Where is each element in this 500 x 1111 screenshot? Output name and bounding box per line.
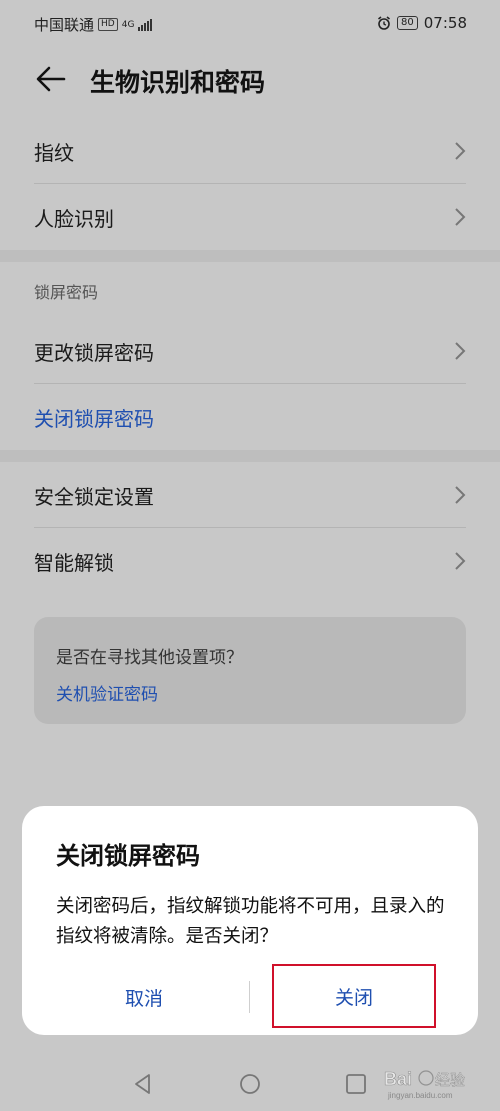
chevron-right-icon bbox=[455, 142, 466, 160]
alarm-icon bbox=[378, 16, 391, 30]
suggestion-question: 是否在寻找其他设置项？ bbox=[56, 648, 243, 668]
page-title: 生物识别和密码 bbox=[90, 68, 266, 97]
baidu-jingyan-watermark: Bai 经验 jingyan.baidu.com bbox=[384, 1069, 466, 1100]
dialog-message: 关闭密码后，指纹解锁功能将不可用，且录入的指纹将被清除。是否关闭？ bbox=[56, 896, 445, 947]
menu-item-label: 智能解锁 bbox=[34, 550, 114, 575]
nav-home-icon[interactable] bbox=[239, 1073, 261, 1095]
menu-item-label: 更改锁屏密码 bbox=[34, 340, 154, 365]
menu-item-disable-lock-password[interactable]: 关闭锁屏密码 bbox=[34, 384, 466, 450]
status-bar-left: 中国联通 HD 4G bbox=[34, 14, 153, 35]
signal-icon bbox=[138, 18, 153, 31]
menu-item-change-lock-password[interactable]: 更改锁屏密码 bbox=[34, 318, 466, 384]
section-header-lock-screen: 锁屏密码 bbox=[34, 283, 99, 302]
menu-item-label: 安全锁定设置 bbox=[34, 484, 154, 509]
button-separator bbox=[249, 981, 250, 1013]
menu-item-fingerprint[interactable]: 指纹 bbox=[34, 118, 466, 184]
chevron-right-icon bbox=[455, 208, 466, 226]
suggestion-card: 是否在寻找其他设置项？ 关机验证密码 bbox=[34, 617, 466, 724]
battery-icon: 80 bbox=[397, 16, 418, 30]
menu-item-smart-unlock[interactable]: 智能解锁 bbox=[34, 528, 466, 594]
menu-item-label: 指纹 bbox=[34, 140, 74, 165]
chevron-right-icon bbox=[455, 552, 466, 570]
menu-item-security-lock-settings[interactable]: 安全锁定设置 bbox=[34, 462, 466, 528]
svg-text:Bai: Bai bbox=[384, 1069, 412, 1089]
section-gap bbox=[0, 250, 500, 262]
menu-item-face-recognition[interactable]: 人脸识别 bbox=[34, 184, 466, 250]
svg-text:jingyan.baidu.com: jingyan.baidu.com bbox=[387, 1091, 453, 1100]
section-gap bbox=[0, 450, 500, 462]
back-arrow-icon[interactable] bbox=[34, 62, 68, 96]
confirm-dialog: 关闭锁屏密码 关闭密码后，指纹解锁功能将不可用，且录入的指纹将被清除。是否关闭？… bbox=[22, 806, 478, 1035]
nav-recent-apps-icon[interactable] bbox=[345, 1073, 367, 1095]
svg-text:经验: 经验 bbox=[435, 1071, 465, 1089]
status-bar: 中国联通 HD 4G 80 07:58 bbox=[0, 0, 500, 48]
app-header: 生物识别和密码 bbox=[0, 48, 500, 112]
cancel-button[interactable]: 取消 bbox=[56, 973, 232, 1021]
nav-back-icon[interactable] bbox=[132, 1073, 154, 1095]
network-type: 4G bbox=[121, 19, 135, 30]
menu-item-label: 关闭锁屏密码 bbox=[34, 406, 154, 431]
confirm-close-button[interactable]: 关闭 bbox=[272, 964, 436, 1028]
chevron-right-icon bbox=[455, 486, 466, 504]
status-bar-right: 80 07:58 bbox=[377, 14, 467, 32]
chevron-right-icon bbox=[455, 342, 466, 360]
carrier-name: 中国联通 bbox=[34, 16, 95, 34]
dialog-title: 关闭锁屏密码 bbox=[56, 842, 200, 870]
menu-item-label: 人脸识别 bbox=[34, 206, 114, 231]
suggestion-link[interactable]: 关机验证密码 bbox=[56, 680, 158, 705]
clock: 07:58 bbox=[423, 14, 467, 32]
hd-icon: HD bbox=[98, 18, 118, 31]
